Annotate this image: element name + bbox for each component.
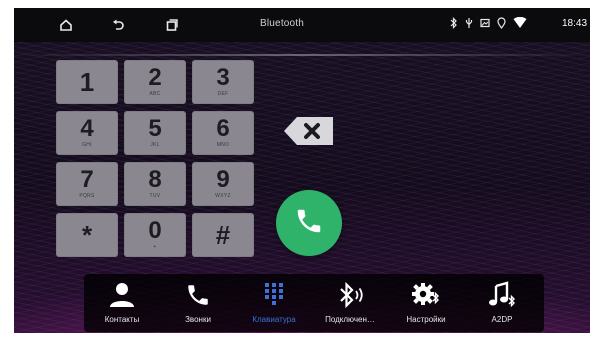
status-bar: Bluetooth 18:43 <box>14 8 590 42</box>
key-digit: 3 <box>216 64 230 91</box>
key-letters: GHI <box>82 142 92 148</box>
key-5[interactable]: 5 JKL <box>124 111 186 155</box>
key-digit: 0 <box>148 217 162 244</box>
key-digit: 6 <box>216 115 230 142</box>
location-icon <box>497 17 506 29</box>
phone-icon <box>160 280 236 310</box>
key-digit: 8 <box>148 166 162 193</box>
key-digit: 9 <box>216 166 230 193</box>
bluetooth-connect-icon <box>312 280 388 310</box>
key-letters: PQRS <box>79 193 95 199</box>
music-bluetooth-icon <box>464 280 540 310</box>
key-digit: 2 <box>148 64 162 91</box>
key-hash[interactable]: # <box>192 213 254 257</box>
dock-label: Клавиатура <box>252 315 296 324</box>
key-6[interactable]: 6 MNO <box>192 111 254 155</box>
dock-item-calls[interactable]: Звонки <box>160 274 236 332</box>
key-letters: DEF <box>217 91 229 97</box>
key-digit: 5 <box>148 115 162 142</box>
key-9[interactable]: 9 WXYZ <box>192 162 254 206</box>
dock-label: Контакты <box>104 315 140 324</box>
bottom-dock: Контакты Звонки Клавиатура Подключен… На… <box>84 274 544 332</box>
status-time: 18:43 <box>562 18 588 29</box>
key-7[interactable]: 7 PQRS <box>56 162 118 206</box>
image-icon <box>480 18 490 28</box>
key-3[interactable]: 3 DEF <box>192 60 254 104</box>
call-button[interactable] <box>276 190 342 256</box>
key-digit: * <box>81 220 93 250</box>
key-letters: WXYZ <box>215 193 231 199</box>
key-letters: JKL <box>150 142 160 148</box>
key-letters: + <box>153 244 157 250</box>
key-letters: TUV <box>149 193 161 199</box>
dock-label: A2DP <box>491 315 513 324</box>
back-icon[interactable] <box>108 16 128 34</box>
key-2[interactable]: 2 ABC <box>124 60 186 104</box>
dock-item-connections[interactable]: Подключен… <box>312 274 388 332</box>
wifi-icon <box>513 17 527 29</box>
status-title: Bluetooth <box>260 18 305 29</box>
recent-apps-icon[interactable] <box>162 16 182 34</box>
key-4[interactable]: 4 GHI <box>56 111 118 155</box>
key-1[interactable]: 1 <box>56 60 118 104</box>
dock-item-contacts[interactable]: Контакты <box>84 274 160 332</box>
dock-label: Настройки <box>406 315 446 324</box>
key-letters: MNO <box>216 142 230 148</box>
dock-label: Подключен… <box>325 315 375 324</box>
backspace-icon[interactable] <box>284 116 334 146</box>
dock-item-keypad[interactable]: Клавиатура <box>236 274 312 332</box>
home-icon[interactable] <box>56 16 76 34</box>
key-digit: 7 <box>80 166 94 193</box>
dock-label: Звонки <box>185 315 211 324</box>
key-8[interactable]: 8 TUV <box>124 162 186 206</box>
status-icons <box>450 17 527 29</box>
head-unit-screen: Bluetooth 18:43 1 2 ABC 3 DEF 4 GHI 5 JK… <box>14 8 590 333</box>
bluetooth-icon <box>450 17 458 29</box>
key-digit: 1 <box>79 67 95 97</box>
phone-icon <box>294 206 324 241</box>
key-star[interactable]: * <box>56 213 118 257</box>
key-digit: # <box>215 220 231 250</box>
dock-item-settings[interactable]: Настройки <box>388 274 464 332</box>
key-letters: ABC <box>149 91 161 97</box>
usb-icon <box>465 17 473 29</box>
key-digit: 4 <box>80 115 94 142</box>
dock-item-a2dp[interactable]: A2DP <box>464 274 540 332</box>
dialpad-icon <box>236 280 312 310</box>
contacts-icon <box>84 280 160 310</box>
key-0[interactable]: 0 + <box>124 213 186 257</box>
settings-icon <box>388 280 464 310</box>
